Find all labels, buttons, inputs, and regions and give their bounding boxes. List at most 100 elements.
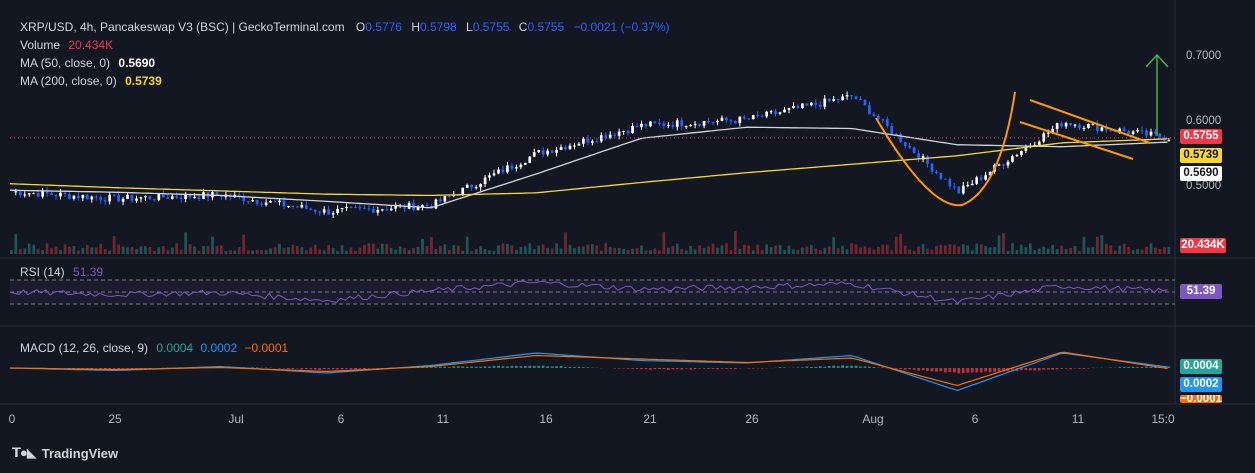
candle-body — [734, 120, 737, 124]
macd-histogram-bar — [309, 368, 313, 370]
price-tick: 0.6000 — [1186, 115, 1222, 127]
volume-bar — [443, 244, 447, 254]
macd-histogram-bar — [903, 368, 907, 370]
macd-histogram-bar — [255, 367, 259, 368]
macd-histogram-bar — [1118, 367, 1122, 368]
macd-histogram-bar — [112, 368, 116, 369]
ma200-legend[interactable]: MA (200, close, 0) 0.5739 — [20, 74, 162, 89]
macd-histogram-bar — [796, 367, 800, 368]
rsi-legend[interactable]: RSI (14) 51.39 — [20, 265, 103, 280]
macd-histogram-bar — [666, 368, 670, 370]
candle-body — [640, 123, 643, 128]
macd-histogram-bar — [930, 368, 934, 372]
candle-body — [443, 196, 447, 202]
volume-bar — [264, 250, 268, 254]
candle-body — [720, 117, 724, 121]
volume-bar — [260, 250, 263, 254]
volume-bar — [564, 232, 567, 254]
macd-histogram-bar — [492, 365, 496, 368]
candle-body — [139, 197, 143, 199]
volume-legend[interactable]: Volume 20.434K — [20, 38, 113, 53]
volume-bar — [1145, 246, 1148, 254]
rsi-badge: 51.39 — [1180, 284, 1222, 299]
volume-bar — [59, 250, 62, 254]
volume-bar — [778, 245, 782, 254]
volume-bar — [957, 246, 961, 254]
candle-body — [617, 131, 621, 136]
volume-bar — [358, 247, 362, 254]
macd-legend[interactable]: MACD (12, 26, close, 9) 0.0004 0.0002 −0… — [20, 341, 288, 356]
volume-bar — [662, 232, 666, 254]
volume-bar — [211, 236, 214, 254]
candle-body — [649, 121, 652, 127]
volume-bar — [997, 235, 1001, 254]
macd-histogram-bar — [345, 368, 348, 369]
candle-body — [832, 99, 836, 101]
candle-body — [327, 209, 330, 215]
volume-bar — [278, 243, 281, 254]
candle-body — [68, 193, 71, 199]
volume-bar — [237, 247, 241, 254]
volume-bar — [456, 245, 460, 254]
macd-histogram-bar — [912, 368, 916, 370]
macd-histogram-bar — [751, 368, 755, 369]
macd-histogram-bar — [658, 368, 661, 370]
volume-bar — [698, 245, 701, 254]
macd-histogram-bar — [1042, 368, 1046, 370]
macd-histogram-bar — [559, 365, 563, 368]
candle-body — [264, 202, 268, 205]
volume-bar — [291, 244, 295, 254]
time-tick: 21 — [643, 412, 657, 426]
chart-canvas[interactable] — [0, 0, 1255, 473]
volume-bar — [604, 243, 608, 254]
open-value: 0.5776 — [365, 20, 402, 34]
macd-histogram-bar — [649, 368, 652, 370]
macd-histogram-bar — [859, 366, 862, 368]
candle-body — [313, 209, 317, 212]
volume-bar — [832, 237, 836, 254]
candle-body — [984, 175, 987, 180]
tradingview-logo[interactable]: 𝗧●◣ TradingView — [12, 445, 118, 461]
volume-bar — [479, 246, 482, 254]
volume-bar — [50, 248, 53, 254]
volume-bar — [23, 248, 27, 254]
time-tick: 25 — [108, 412, 122, 426]
volume-bar — [99, 243, 103, 254]
ma50-badge: 0.5690 — [1180, 166, 1222, 181]
chart-panel[interactable]: XRP/USD, 4h, Pancakeswap V3 (BSC) | Geck… — [0, 0, 1255, 473]
volume-bar — [863, 246, 867, 254]
tradingview-icon: 𝗧●◣ — [12, 445, 37, 460]
candle-body — [36, 193, 40, 197]
ma50-value: 0.5690 — [118, 56, 156, 70]
candle-body — [827, 98, 831, 101]
volume-bar — [993, 247, 996, 254]
candle-body — [488, 175, 491, 178]
volume-bar — [1096, 236, 1099, 254]
candle-body — [81, 195, 85, 199]
volume-bar — [1073, 246, 1077, 254]
macd-histogram-bar — [447, 367, 451, 368]
ma50-legend[interactable]: MA (50, close, 0) 0.5690 — [20, 56, 155, 71]
price-tick: 0.7000 — [1186, 50, 1222, 62]
candle-body — [367, 208, 371, 210]
candle-body — [50, 193, 53, 195]
candle-body — [246, 201, 250, 203]
volume-bar — [1033, 250, 1037, 254]
volume-bar — [506, 243, 509, 254]
macd-histogram-bar — [966, 368, 970, 373]
macd-histogram-bar — [707, 368, 710, 369]
candle-body — [260, 203, 263, 205]
volume-bar — [658, 250, 661, 254]
candle-body — [474, 187, 478, 189]
volume-bar — [1163, 247, 1166, 254]
volume-bar — [550, 248, 554, 254]
macd-histogram-bar — [868, 366, 871, 368]
volume-bar — [228, 250, 232, 254]
time-tick: 0 — [8, 412, 16, 426]
macd-hist-value: 0.0004 — [156, 341, 194, 355]
volume-bar — [765, 244, 768, 254]
macd-line-value: 0.0002 — [200, 341, 238, 355]
volume-bar — [653, 248, 657, 254]
candle-body — [818, 104, 822, 107]
candle-body — [626, 130, 630, 133]
